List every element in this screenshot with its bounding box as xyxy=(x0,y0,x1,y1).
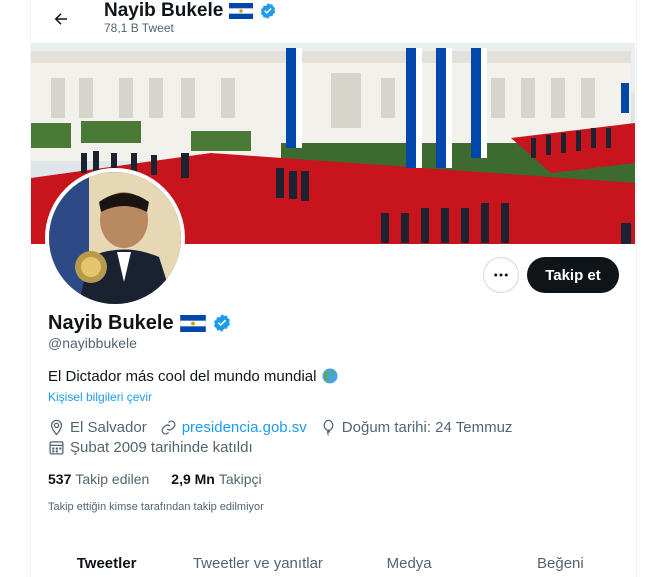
column-right-border xyxy=(636,0,637,577)
profile-meta-row: El Salvador presidencia.gob.sv Doğum tar… xyxy=(48,419,525,436)
location-item: El Salvador xyxy=(48,419,147,436)
tab-media[interactable]: Medya xyxy=(334,545,485,577)
profile-bio: El Dictador más cool del mundo mundial xyxy=(48,367,339,385)
more-options-button[interactable] xyxy=(483,257,519,293)
header-tweet-count: 78,1 B Tweet xyxy=(104,21,174,35)
birthday-item: Doğum tarihi: 24 Temmuz xyxy=(320,419,513,436)
back-button[interactable] xyxy=(48,6,74,32)
joined-item: Şubat 2009 tarihinde katıldı xyxy=(48,439,253,456)
balloon-icon xyxy=(323,419,334,436)
verified-badge-icon xyxy=(261,3,276,19)
header-title: Nayib Bukele xyxy=(104,0,277,22)
arrow-left-icon xyxy=(54,13,67,25)
profile-handle: @nayibbukele xyxy=(48,335,137,351)
followers-label: Takipçi xyxy=(218,471,262,487)
follow-stats: 537 Takip edilen 2,9 Mn Takipçi xyxy=(48,471,262,487)
joined-text: Şubat 2009 tarihinde katıldı xyxy=(70,439,253,456)
following-label: Takip edilen xyxy=(75,471,150,487)
bio-text: El Dictador más cool del mundo mundial xyxy=(48,367,317,385)
el-salvador-flag-icon xyxy=(179,314,206,332)
followers-link[interactable]: 2,9 Mn Takipçi xyxy=(171,471,261,487)
globe-americas-icon xyxy=(322,368,338,384)
follow-button[interactable]: Takip et xyxy=(527,257,619,293)
profile-name-row: Nayib Bukele xyxy=(48,311,232,335)
followers-count: 2,9 Mn xyxy=(171,471,215,487)
profile-avatar[interactable] xyxy=(45,168,185,308)
following-count: 537 xyxy=(48,471,72,487)
profile-name: Nayib Bukele xyxy=(48,312,174,334)
website-item: presidencia.gob.sv xyxy=(160,419,307,436)
tab-tweets-and-replies[interactable]: Tweetler ve yanıtlar xyxy=(182,545,333,577)
translate-bio-link[interactable]: Kişisel bilgileri çevir xyxy=(48,390,152,404)
tab-tweets[interactable]: Tweetler xyxy=(31,545,182,577)
header-name: Nayib Bukele xyxy=(104,0,224,21)
more-horizontal-icon xyxy=(494,273,508,277)
link-icon xyxy=(161,420,176,435)
el-salvador-flag-icon xyxy=(229,3,254,19)
birthday-text: Doğum tarihi: 24 Temmuz xyxy=(341,419,513,436)
profile-tabs: Tweetler Tweetler ve yanıtlar Medya Beğe… xyxy=(31,545,636,577)
avatar-photo xyxy=(49,172,181,304)
website-link[interactable]: presidencia.gob.sv xyxy=(182,419,307,436)
verified-badge-icon[interactable] xyxy=(212,313,232,333)
tab-likes[interactable]: Beğeni xyxy=(485,545,636,577)
calendar-icon xyxy=(49,441,64,455)
location-pin-icon xyxy=(50,419,63,436)
followed-by-note: Takip ettiğin kimse tarafından takip edi… xyxy=(48,501,264,513)
following-link[interactable]: 537 Takip edilen xyxy=(48,471,149,487)
location-text: El Salvador xyxy=(70,419,147,436)
